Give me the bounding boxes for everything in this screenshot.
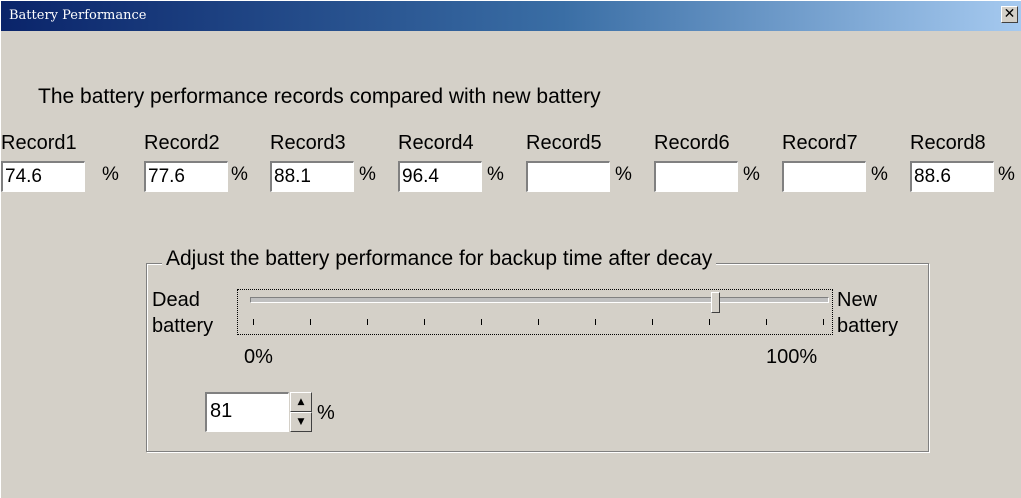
slider-tick — [595, 319, 596, 325]
record-label: Record1 — [1, 132, 77, 154]
arrow-up-icon: ▲ — [297, 397, 305, 407]
slider-tick — [823, 319, 824, 325]
new-battery-label-line2: battery — [837, 315, 899, 337]
percent-label: % — [231, 164, 248, 185]
battery-performance-dialog: Battery Performance ✕ The battery perfor… — [0, 0, 1021, 498]
record-4-input[interactable]: 96.4 — [398, 161, 482, 192]
percent-label: % — [743, 164, 760, 185]
slider-tick — [538, 319, 539, 325]
scale-min-label: 0% — [244, 346, 273, 368]
scale-max-label: 100% — [766, 346, 818, 368]
new-battery-label-line1: New — [837, 289, 878, 311]
record-3-input[interactable]: 88.1 — [270, 161, 354, 192]
record-label: Record6 — [654, 132, 730, 154]
spin-down-button[interactable]: ▼ — [290, 412, 312, 432]
spin-percent-label: % — [317, 402, 335, 424]
group-title: Adjust the battery performance for backu… — [162, 247, 717, 271]
record-label: Record7 — [782, 132, 858, 154]
slider-tick — [709, 319, 710, 325]
record-label: Record2 — [144, 132, 220, 154]
record-2-input[interactable]: 77.6 — [144, 161, 228, 192]
percent-label: % — [998, 164, 1015, 185]
percent-label: % — [359, 164, 376, 185]
percent-label: % — [102, 164, 119, 185]
slider-tick — [652, 319, 653, 325]
close-button[interactable]: ✕ — [1001, 6, 1018, 23]
intro-text: The battery performance records compared… — [38, 85, 601, 108]
slider-tick — [367, 319, 368, 325]
slider-tick — [310, 319, 311, 325]
percent-label: % — [487, 164, 504, 185]
performance-slider[interactable] — [237, 289, 833, 335]
dead-battery-label-line1: Dead — [152, 289, 200, 311]
arrow-down-icon: ▼ — [297, 417, 305, 427]
window-title: Battery Performance — [9, 8, 147, 23]
slider-tick — [766, 319, 767, 325]
close-icon: ✕ — [1003, 6, 1016, 22]
spin-up-button[interactable]: ▲ — [290, 392, 312, 412]
record-8-input[interactable]: 88.6 — [910, 161, 994, 192]
title-bar[interactable]: Battery Performance ✕ — [1, 1, 1021, 31]
slider-thumb[interactable] — [710, 292, 720, 313]
record-1-input[interactable]: 74.6 — [1, 161, 85, 192]
record-label: Record3 — [270, 132, 346, 154]
record-label: Record8 — [910, 132, 986, 154]
performance-spin-input[interactable]: 81 — [205, 392, 289, 432]
record-7-input[interactable] — [782, 161, 866, 192]
slider-tick — [253, 319, 254, 325]
record-label: Record5 — [526, 132, 602, 154]
spin-buttons: ▲ ▼ — [290, 392, 312, 432]
slider-tick — [424, 319, 425, 325]
percent-label: % — [615, 164, 632, 185]
slider-track[interactable] — [250, 297, 829, 303]
slider-tick — [481, 319, 482, 325]
record-label: Record4 — [398, 132, 474, 154]
record-6-input[interactable] — [654, 161, 738, 192]
record-5-input[interactable] — [526, 161, 610, 192]
percent-label: % — [871, 164, 888, 185]
dead-battery-label-line2: battery — [152, 315, 214, 337]
